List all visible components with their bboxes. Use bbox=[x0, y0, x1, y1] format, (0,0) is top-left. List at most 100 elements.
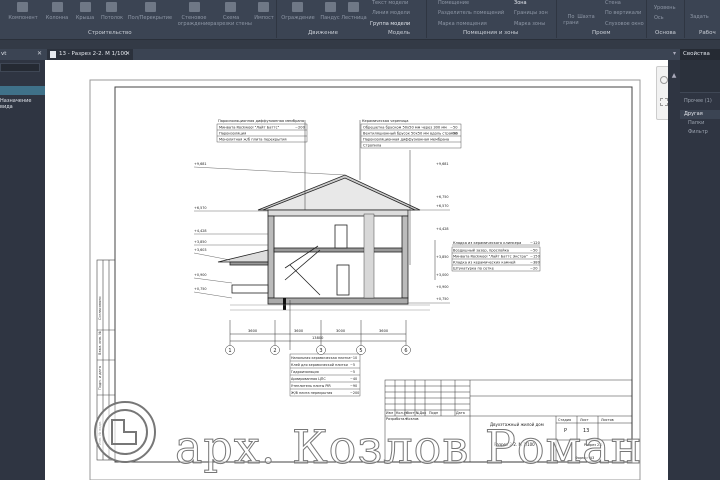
roof-icon bbox=[80, 2, 91, 12]
properties-panel: Свойства Прочее (1) Другая Папки Фильтр bbox=[680, 49, 720, 480]
level-right: +3,000 bbox=[436, 273, 449, 277]
note-wall-value: ~20 bbox=[530, 267, 538, 271]
railing-icon bbox=[292, 2, 303, 12]
zoom-region-icon[interactable] bbox=[660, 98, 668, 106]
dim-value: 3600 bbox=[248, 329, 258, 333]
note-wall-row: Штукатурка по сетке bbox=[453, 267, 495, 271]
note-rt-row: Вентиляционный брусок 50х50 мм вдоль стр… bbox=[363, 132, 458, 136]
browser-item-view-purpose[interactable]: Назначение вида bbox=[0, 98, 45, 110]
level-right: +9,681 bbox=[436, 162, 449, 166]
properties-category[interactable]: Другая bbox=[680, 110, 720, 119]
tool-grid[interactable]: Ось bbox=[654, 15, 664, 21]
browser-search-input[interactable] bbox=[0, 63, 40, 72]
tool-component[interactable]: Компонент bbox=[4, 15, 42, 21]
type-selector[interactable] bbox=[680, 60, 720, 93]
tool-shaft[interactable]: Шахта bbox=[575, 14, 597, 20]
tool-model-text[interactable]: Текст модели bbox=[372, 0, 408, 6]
ceiling-icon bbox=[106, 2, 117, 12]
scroll-up-icon[interactable]: ▲ bbox=[668, 72, 680, 79]
properties-row-filter[interactable]: Фильтр bbox=[680, 128, 720, 137]
svg-text:+0,900: +0,900 bbox=[194, 273, 207, 277]
group-opening: Проем bbox=[592, 30, 611, 36]
svg-text:+3,603: +3,603 bbox=[194, 248, 207, 252]
tool-stair[interactable]: Лестница bbox=[341, 15, 367, 21]
axis-label: 3 bbox=[319, 348, 322, 354]
axis-label: 1 bbox=[228, 348, 231, 354]
note-floor-row: Гидроизоляция bbox=[291, 370, 319, 374]
properties-filter-other[interactable]: Прочее (1) bbox=[680, 97, 720, 106]
note-wall-value: ~50 bbox=[530, 249, 538, 253]
note-wall-row: Минвата Rockwool "Лайт Баттс Экстра" bbox=[453, 255, 528, 259]
tool-ceiling[interactable]: Потолок bbox=[98, 15, 126, 21]
svg-text:+4,428: +4,428 bbox=[194, 229, 207, 233]
tool-column[interactable]: Колонна bbox=[40, 15, 74, 21]
browser-selected-item[interactable] bbox=[0, 86, 45, 95]
note-lt-value: ~200 bbox=[295, 126, 306, 130]
tool-wall-opening[interactable]: Стена bbox=[605, 0, 621, 6]
note-floor-value: ~40 bbox=[350, 377, 357, 381]
tab-bar: 13 - Разрез 2-2. М 1/100 ✕ ▾ bbox=[45, 49, 680, 60]
vertical-scrollbar[interactable]: ▲ bbox=[668, 60, 680, 480]
tb-header: Лист bbox=[406, 411, 415, 415]
curtain-wall-icon bbox=[189, 2, 200, 12]
svg-text:+6,570: +6,570 bbox=[194, 206, 207, 210]
level-left: +0,750 bbox=[193, 287, 233, 299]
level-right: +4,428 bbox=[436, 227, 449, 231]
note-wall-value: ~150 bbox=[530, 255, 541, 259]
level-left: +0,900 bbox=[193, 273, 233, 284]
svg-text:+9,681: +9,681 bbox=[194, 162, 207, 166]
note-floor-row: Ж/б плита перекрытия bbox=[291, 391, 332, 395]
tool-room-tag[interactable]: Марка помещения bbox=[438, 21, 487, 27]
level-left: +9,681 bbox=[193, 162, 346, 176]
tool-area-boundary[interactable]: Границы зон bbox=[514, 10, 548, 16]
tool-mullion[interactable]: Импост bbox=[252, 15, 276, 21]
tool-area[interactable]: Зона bbox=[514, 0, 527, 6]
tool-level[interactable]: Уровень bbox=[654, 5, 676, 11]
note-rt-title: Керамическая черепица bbox=[362, 119, 408, 123]
tb-header: №Док bbox=[416, 411, 426, 415]
group-construction: Строительство bbox=[88, 30, 132, 36]
tab-section-2-2[interactable]: 13 - Разрез 2-2. М 1/100 ✕ bbox=[47, 49, 133, 60]
level-left: +3,603 bbox=[193, 248, 231, 261]
properties-row-folders[interactable]: Папки bbox=[680, 119, 720, 128]
sheet-icon bbox=[50, 51, 56, 58]
note-wall-row: Кладка из керамических камней bbox=[453, 261, 516, 265]
tab-menu-icon[interactable]: ▾ bbox=[673, 50, 676, 57]
stamp-approved: Согласовано bbox=[98, 296, 102, 320]
tool-area-tag[interactable]: Марка зоны bbox=[514, 21, 545, 27]
tool-dormer[interactable]: Слуховое окно bbox=[605, 21, 644, 27]
close-icon[interactable]: ✕ bbox=[125, 51, 130, 57]
note-floor-value: ~5 bbox=[350, 370, 355, 374]
tool-roof[interactable]: Крыша bbox=[72, 15, 98, 21]
tool-set[interactable]: Задать bbox=[690, 14, 709, 20]
tool-curtain-grid[interactable]: Схема разрезки стены bbox=[210, 15, 252, 27]
tool-model-line[interactable]: Линия модели bbox=[372, 10, 410, 16]
axis-label: 2 bbox=[273, 348, 276, 354]
component-icon bbox=[17, 2, 28, 12]
tool-curtain-wall[interactable]: Стеновое ограждение bbox=[176, 15, 212, 27]
steering-wheel-icon[interactable] bbox=[660, 76, 668, 84]
tool-model-group[interactable]: Группа модели bbox=[370, 21, 410, 27]
tool-vertical[interactable]: По вертикали bbox=[605, 10, 641, 16]
level-right: +0,750 bbox=[408, 297, 450, 304]
note-floor-row: Армированная ЦПС bbox=[291, 377, 326, 381]
note-floor-value: ~10 bbox=[350, 356, 357, 360]
watermark: арх. Козлов Роман bbox=[174, 420, 643, 475]
note-floor-value: ~90 bbox=[350, 384, 357, 388]
note-floor-row: Клей для керамической плитки bbox=[291, 363, 348, 367]
tool-floor[interactable]: Пол/Перекрытие bbox=[126, 15, 174, 21]
note-rt-row: Стропила bbox=[363, 144, 381, 148]
note-floor-value: ~200 bbox=[350, 391, 359, 395]
tool-room[interactable]: Помещение bbox=[438, 0, 469, 6]
note-lt-row: Монолитная ж/б плита перекрытия bbox=[219, 138, 287, 142]
properties-title: Свойства bbox=[680, 49, 720, 60]
tool-railing[interactable]: Ограждение bbox=[280, 15, 316, 21]
drawing-canvas[interactable]: Согласовано Взам. инв. № Подп. и дата Ин… bbox=[45, 60, 671, 480]
note-floor-row: Утеплитель плиты PIR bbox=[291, 384, 331, 388]
tb-header: Дата bbox=[456, 411, 465, 415]
close-icon[interactable]: ✕ bbox=[37, 50, 42, 57]
svg-text:+4,428: +4,428 bbox=[436, 227, 449, 231]
tool-room-separator[interactable]: Разделитель помещений bbox=[438, 10, 504, 16]
tool-ramp[interactable]: Пандус bbox=[316, 15, 344, 21]
group-datum: Основа bbox=[655, 30, 676, 36]
